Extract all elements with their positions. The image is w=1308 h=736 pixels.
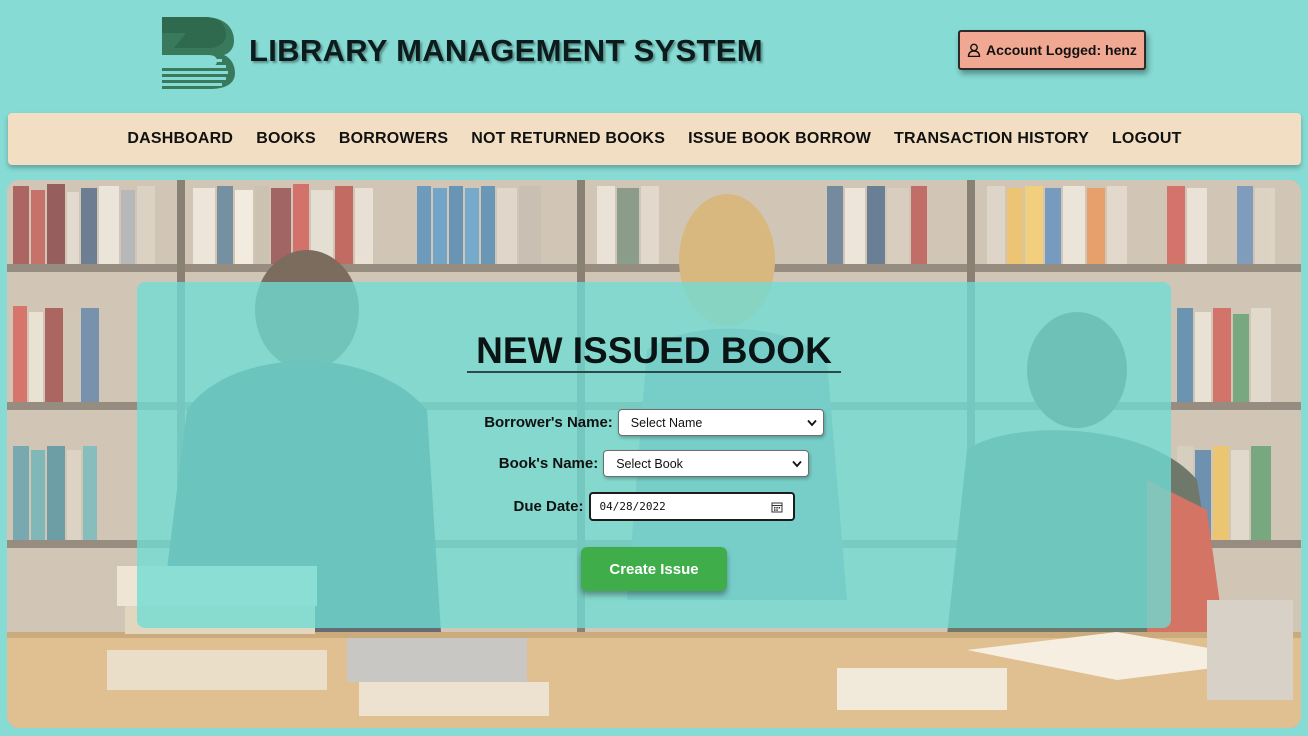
form-title: NEW ISSUED BOOK (476, 330, 832, 371)
nav-item-not-returned-books[interactable]: NOT RETURNED BOOKS (471, 130, 665, 148)
library-book-logo-icon (162, 17, 235, 89)
title-underline (467, 371, 841, 373)
nav-item-books[interactable]: BOOKS (256, 130, 316, 148)
book-select-value: Select Book (616, 456, 683, 471)
due-date-input[interactable]: 04/28/2022 (588, 492, 795, 521)
account-label: Account Logged: henz (986, 42, 1137, 58)
due-date-value: 04/28/2022 (599, 500, 666, 513)
due-date-row: Due Date: 04/28/2022 (137, 492, 1171, 521)
nav-item-logout[interactable]: LOGOUT (1112, 130, 1182, 148)
app-title: LIBRARY MANAGEMENT SYSTEM (249, 33, 763, 68)
main-nav: DASHBOARD BOOKS BORROWERS NOT RETURNED B… (8, 113, 1301, 165)
borrower-label: Borrower's Name: (484, 414, 613, 431)
nav-item-issue-book-borrow[interactable]: ISSUE BOOK BORROW (688, 130, 871, 148)
book-row: Book's Name: Select Book (137, 450, 1171, 477)
chevron-down-icon (807, 419, 817, 426)
nav-item-transaction-history[interactable]: TRANSACTION HISTORY (894, 130, 1089, 148)
user-icon (967, 43, 981, 57)
issue-book-form: NEW ISSUED BOOK Borrower's Name: Select … (137, 282, 1171, 628)
borrower-row: Borrower's Name: Select Name (137, 409, 1171, 436)
nav-item-dashboard[interactable]: DASHBOARD (127, 130, 233, 148)
account-badge[interactable]: Account Logged: henz (958, 30, 1146, 70)
book-select[interactable]: Select Book (603, 450, 810, 477)
calendar-icon[interactable] (771, 501, 783, 513)
borrower-select-value: Select Name (630, 415, 703, 430)
create-issue-button[interactable]: Create Issue (581, 547, 727, 591)
due-date-label: Due Date: (513, 498, 584, 515)
borrower-select[interactable]: Select Name (617, 409, 824, 436)
book-label: Book's Name: (498, 455, 599, 472)
nav-item-borrowers[interactable]: BORROWERS (339, 130, 448, 148)
chevron-down-icon (792, 460, 802, 467)
header: LIBRARY MANAGEMENT SYSTEM Account Logged… (0, 0, 1308, 108)
